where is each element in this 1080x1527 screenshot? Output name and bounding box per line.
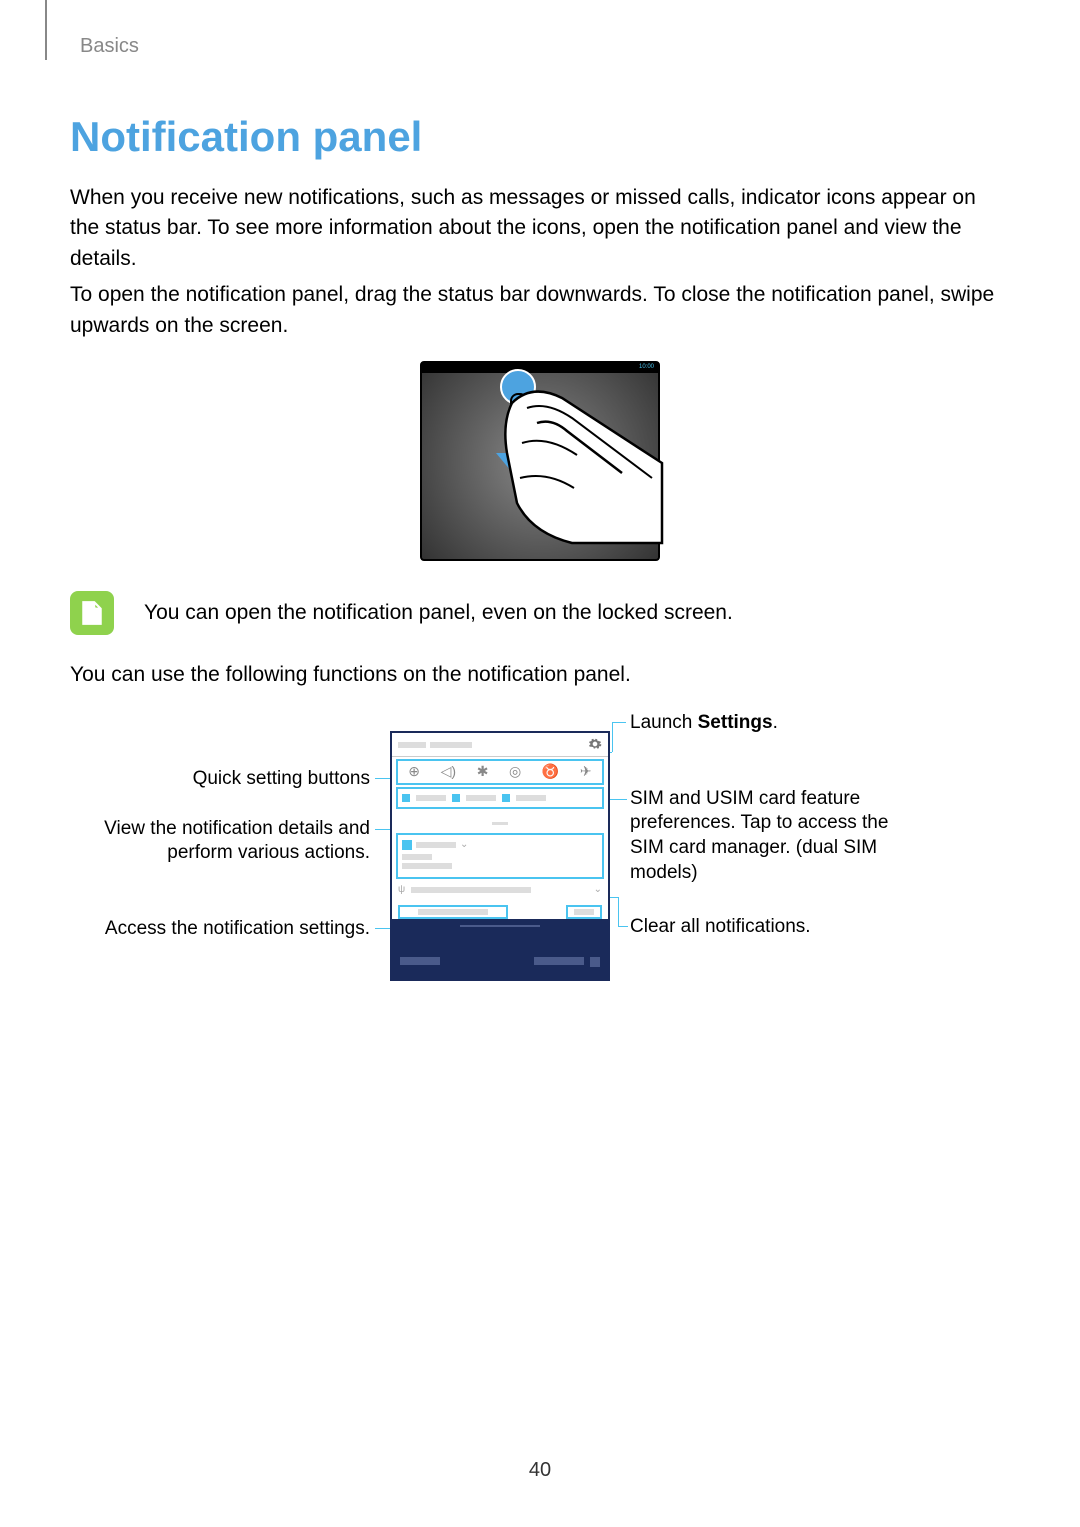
note-icon [70, 591, 114, 635]
panel-dark-area [392, 919, 608, 979]
notification-row: ψ ⌄ [392, 881, 608, 899]
airplane-icon: ✈ [580, 763, 592, 780]
sim-row [396, 787, 604, 809]
placeholder-bar [534, 957, 584, 965]
sim-icon [452, 794, 460, 802]
placeholder-bar [466, 795, 496, 801]
placeholder-bar [416, 842, 456, 848]
usb-icon: ψ [398, 884, 405, 895]
chevron-down-icon: ⌄ [460, 839, 468, 850]
notification-card: ⌄ [396, 833, 604, 879]
sim-icon [402, 794, 410, 802]
app-icon [402, 840, 412, 850]
wifi-icon: ⊕ [408, 763, 420, 780]
callout-line [612, 722, 626, 723]
functions-intro: You can use the following functions on t… [70, 660, 1010, 690]
callout-text: . [773, 712, 778, 733]
callout-line [612, 722, 613, 752]
callout-text-line: SIM and USIM card feature [630, 788, 860, 809]
hand-icon [502, 363, 672, 563]
placeholder-bar [402, 854, 432, 860]
callout-line [618, 926, 628, 927]
callout-text-strong: Settings [698, 712, 773, 733]
placeholder-bar [400, 957, 440, 965]
placeholder-bar [516, 795, 546, 801]
chevron-down-icon: ⌄ [594, 884, 602, 895]
page-title: Notification panel [70, 113, 1010, 161]
gear-icon [588, 737, 602, 751]
home-indicator [460, 925, 540, 927]
callout-clear-all: Clear all notifications. [630, 915, 811, 940]
intro-paragraph-2: To open the notification panel, drag the… [70, 280, 1010, 341]
sim-icon [502, 794, 510, 802]
sound-icon: ◁) [441, 763, 456, 780]
placeholder-bar [402, 863, 452, 869]
callout-sim-manager: SIM and USIM card feature preferences. T… [630, 787, 930, 886]
note-callout: You can open the notification panel, eve… [70, 591, 1010, 635]
swipe-down-illustration: 10:00 [420, 361, 660, 561]
callout-launch-settings: Launch Settings. [630, 711, 778, 736]
callout-line [618, 897, 619, 926]
rotate-icon: ◎ [509, 763, 521, 780]
bluetooth-icon: ✱ [477, 763, 489, 780]
panel-header [392, 733, 608, 757]
page-number: 40 [529, 1459, 551, 1482]
note-text: You can open the notification panel, eve… [144, 601, 733, 625]
callout-text-line: models) [630, 862, 698, 883]
placeholder-bar [416, 795, 446, 801]
intro-paragraph-1: When you receive new notifications, such… [70, 183, 1010, 274]
manual-page: Basics Notification panel When you recei… [0, 0, 1080, 1527]
breadcrumb: Basics [80, 35, 1010, 58]
panel-diagram: Quick setting buttons View the notificat… [100, 711, 980, 1001]
callout-quick-settings: Quick setting buttons [193, 767, 370, 792]
callout-text-line: SIM card manager. (dual SIM [630, 837, 877, 858]
drag-handle [392, 811, 608, 831]
notification-panel-mock: ⊕ ◁) ✱ ◎ ♉ ✈ ⌄ [390, 731, 610, 981]
callout-text-line: preferences. Tap to access the [630, 812, 888, 833]
quick-settings-row: ⊕ ◁) ✱ ◎ ♉ ✈ [396, 759, 604, 785]
notification-settings-button [398, 905, 508, 919]
callout-text-line: perform various actions. [167, 842, 370, 863]
callout-notification-settings: Access the notification settings. [105, 917, 370, 942]
flashlight-icon: ♉ [542, 763, 559, 780]
callout-text: Launch [630, 712, 698, 733]
header-divider [45, 0, 47, 60]
callout-view-details: View the notification details and perfor… [104, 817, 370, 866]
placeholder-icon [590, 957, 600, 967]
callout-text-line: View the notification details and [104, 818, 370, 839]
clear-all-button [566, 905, 602, 919]
placeholder-bar [411, 887, 531, 893]
